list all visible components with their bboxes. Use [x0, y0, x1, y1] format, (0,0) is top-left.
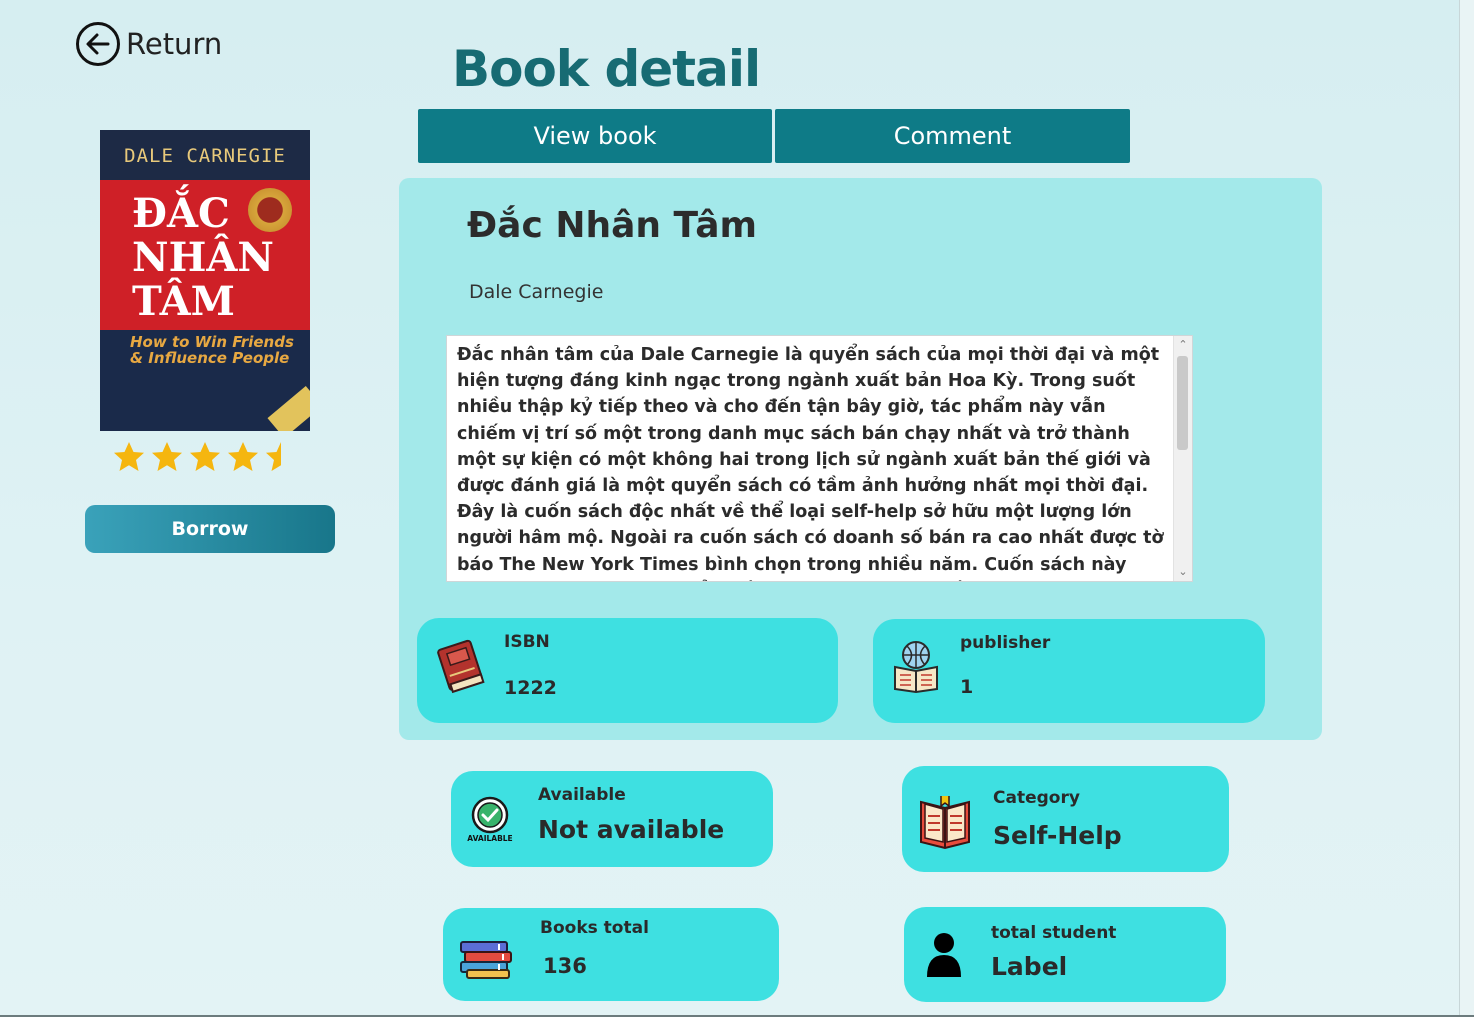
return-label: Return — [126, 27, 223, 61]
isbn-card: ISBN 1222 — [417, 618, 838, 723]
book-author: Dale Carnegie — [469, 281, 604, 303]
description-text: Đắc nhân tâm của Dale Carnegie là quyển … — [457, 345, 1164, 581]
star-icon — [152, 442, 182, 471]
category-label: Category — [993, 788, 1080, 808]
available-label: Available — [538, 785, 626, 805]
star-icon — [266, 442, 281, 471]
open-book-icon — [920, 796, 970, 850]
description-textarea[interactable]: Đắc nhân tâm của Dale Carnegie là quyển … — [446, 335, 1193, 582]
book-icon — [437, 639, 485, 694]
books-total-label: Books total — [540, 918, 649, 938]
total-student-value: Label — [991, 952, 1068, 981]
globe-book-icon — [894, 641, 938, 693]
scroll-up-icon[interactable]: ⌃ — [1177, 339, 1189, 351]
back-arrow-icon — [76, 22, 120, 66]
star-icon — [114, 442, 144, 471]
person-icon — [927, 933, 961, 977]
publisher-label: publisher — [960, 633, 1051, 653]
return-button[interactable]: Return — [76, 18, 222, 70]
medal-icon — [248, 188, 292, 232]
scroll-down-icon[interactable]: ⌄ — [1177, 566, 1189, 578]
isbn-value: 1222 — [504, 677, 557, 699]
available-value: Not available — [538, 815, 725, 844]
cover-author: DALE CARNEGIE — [124, 145, 286, 167]
category-card: Category Self-Help — [902, 766, 1229, 872]
total-student-label: total student — [991, 923, 1117, 943]
book-stack-icon — [460, 941, 512, 979]
book-title: Đắc Nhân Tâm — [467, 205, 758, 246]
page-title: Book detail — [452, 40, 761, 98]
books-total-card: Books total 136 — [443, 908, 779, 1001]
publisher-value: 1 — [960, 676, 974, 698]
total-student-card: total student Label — [904, 907, 1226, 1002]
new-ribbon — [267, 385, 310, 431]
category-value: Self-Help — [993, 821, 1122, 850]
available-badge-icon: AVAILABLE — [467, 796, 513, 843]
tab-comment[interactable]: Comment — [775, 109, 1130, 163]
books-total-value: 136 — [543, 954, 587, 978]
window-scrollbar[interactable] — [1459, 0, 1474, 1017]
star-icon — [190, 442, 220, 471]
available-badge-text: AVAILABLE — [467, 834, 512, 843]
description-scrollbar[interactable]: ⌃ ⌄ — [1173, 336, 1192, 581]
publisher-card: publisher 1 — [873, 619, 1265, 723]
rating-stars — [112, 440, 298, 474]
borrow-button[interactable]: Borrow — [85, 505, 335, 553]
available-card: AVAILABLE Available Not available — [451, 771, 773, 867]
book-cover-image: DALE CARNEGIE ĐẮC NHÂN TÂM How to Win Fr… — [100, 130, 310, 431]
scroll-thumb[interactable] — [1177, 356, 1188, 450]
star-icon — [228, 442, 258, 471]
cover-subtitle: How to Win Friends & Influence People — [130, 333, 294, 367]
isbn-label: ISBN — [504, 632, 550, 652]
tab-view-book[interactable]: View book — [418, 109, 772, 163]
